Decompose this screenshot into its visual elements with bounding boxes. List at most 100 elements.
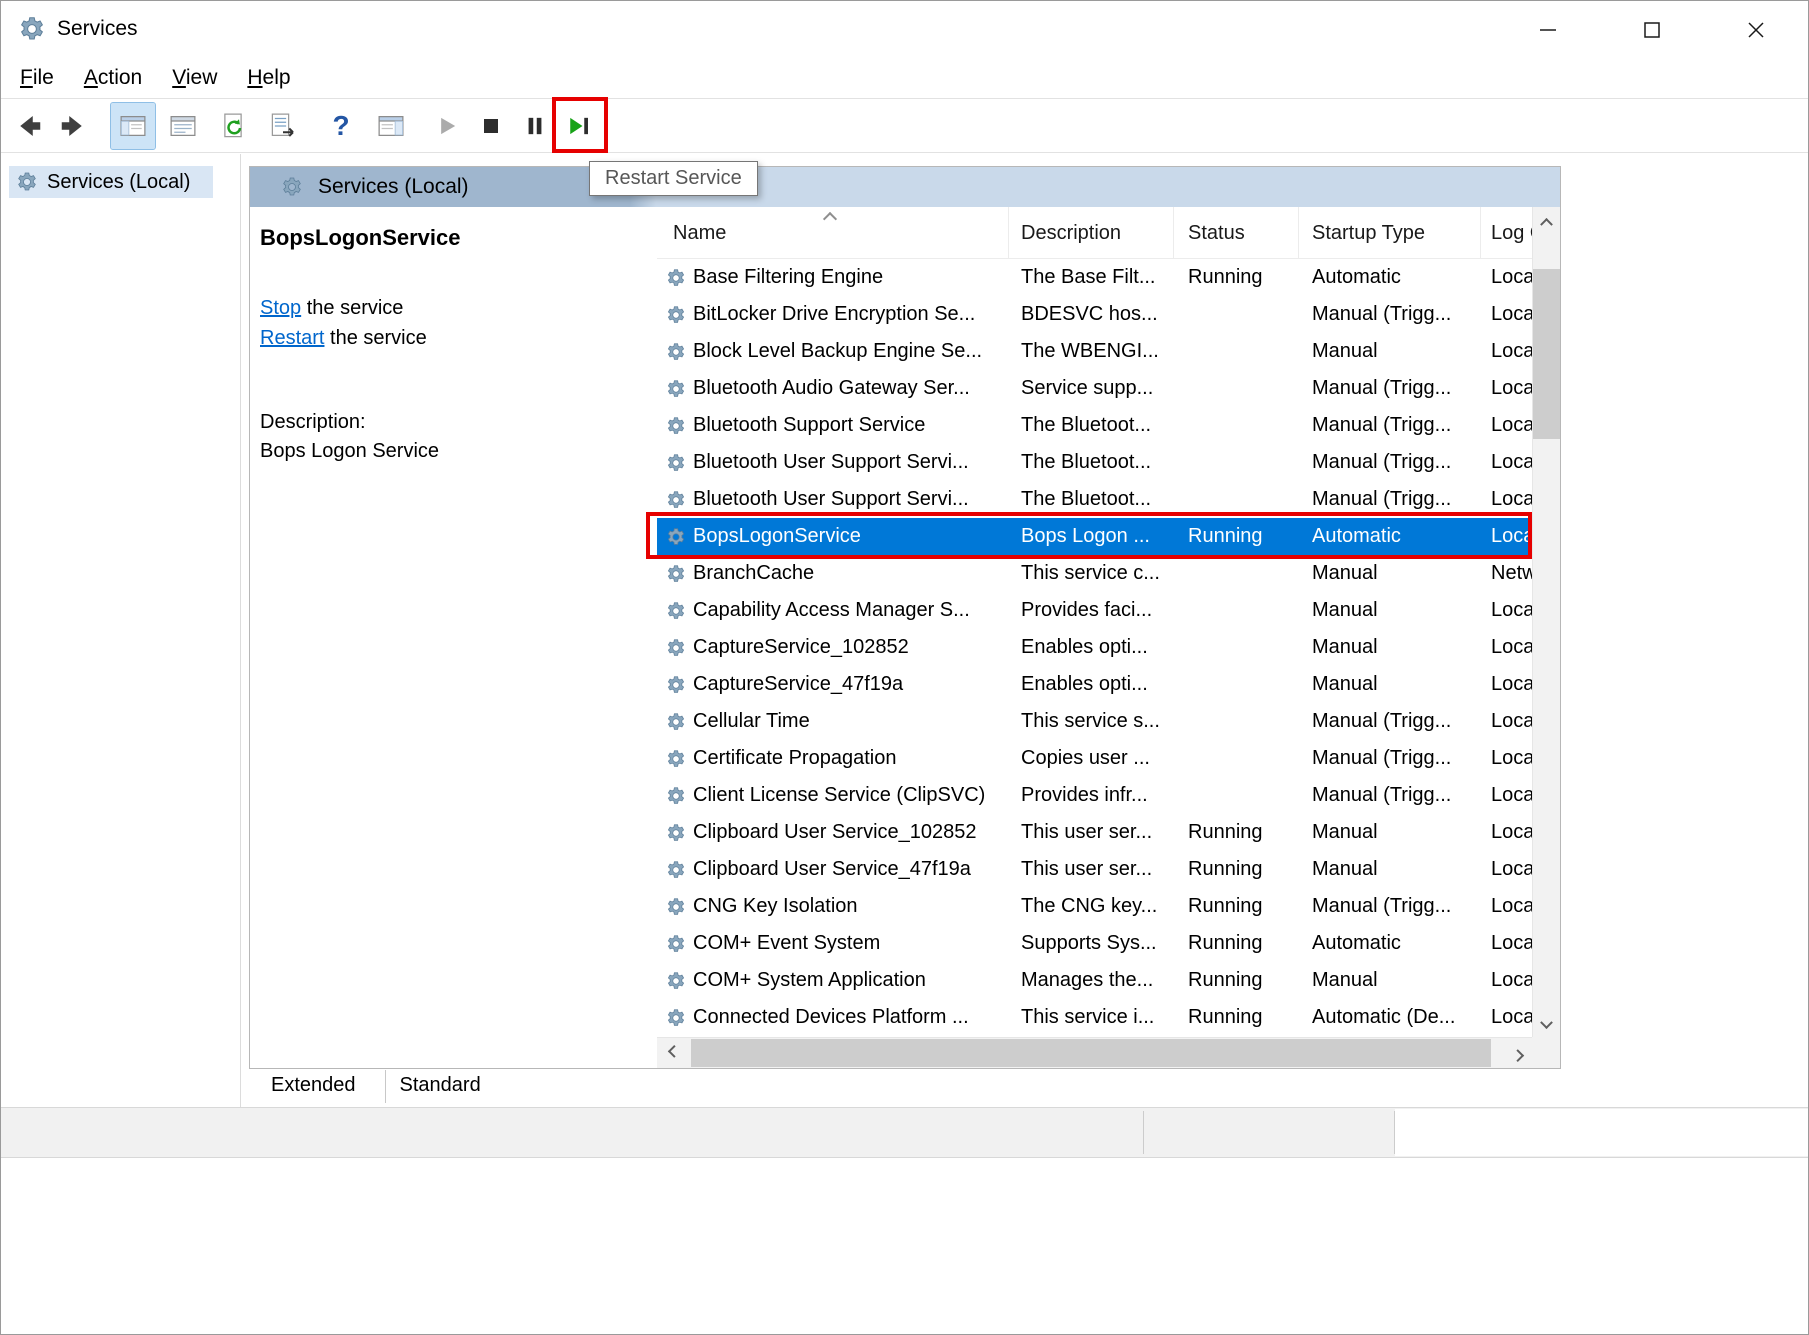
show-console-tree-button[interactable] — [111, 103, 155, 149]
service-row[interactable]: Bluetooth User Support Servi... The Blue… — [657, 444, 1534, 481]
service-row[interactable]: Clipboard User Service_47f19a This user … — [657, 851, 1534, 888]
service-gear-icon — [657, 452, 693, 474]
column-header-startup-type[interactable]: Startup Type — [1299, 207, 1481, 259]
tab-extended[interactable]: Extended — [257, 1070, 382, 1103]
minimize-button[interactable] — [1496, 1, 1600, 58]
service-row[interactable]: BranchCache This service c... Manual Net… — [657, 555, 1534, 592]
scroll-left-button[interactable] — [659, 1038, 687, 1068]
back-button[interactable] — [7, 103, 51, 149]
service-row[interactable]: COM+ System Application Manages the... R… — [657, 962, 1534, 999]
horizontal-scrollbar[interactable] — [657, 1037, 1534, 1068]
stop-service-link[interactable]: Stop — [260, 297, 301, 319]
service-status-cell: Running — [1174, 821, 1299, 844]
tree-item-label: Services (Local) — [47, 171, 190, 194]
show-action-pane-button[interactable] — [369, 103, 413, 149]
tab-standard[interactable]: Standard — [386, 1070, 507, 1103]
service-row[interactable]: CaptureService_102852 Enables opti... Ma… — [657, 629, 1534, 666]
service-startup-cell: Manual — [1299, 858, 1481, 881]
vertical-scroll-thumb[interactable] — [1533, 269, 1560, 439]
start-service-button[interactable] — [425, 103, 469, 149]
services-window: Services File Action View Help — [0, 0, 1809, 1335]
service-row[interactable]: Client License Service (ClipSVC) Provide… — [657, 777, 1534, 814]
service-row[interactable]: Cellular Time This service s... Manual (… — [657, 703, 1534, 740]
service-description-cell: Enables opti... — [1009, 673, 1174, 696]
service-row[interactable]: Base Filtering Engine The Base Filt... R… — [657, 259, 1534, 296]
service-description-cell: Provides faci... — [1009, 599, 1174, 622]
service-row[interactable]: Certificate Propagation Copies user ... … — [657, 740, 1534, 777]
service-gear-icon — [657, 1007, 693, 1029]
service-name-cell: Base Filtering Engine — [693, 266, 1009, 289]
column-header-status[interactable]: Status — [1174, 207, 1299, 259]
help-button[interactable]: ? — [319, 103, 363, 149]
column-header-log-on-as[interactable]: Log On As — [1481, 207, 1534, 259]
service-startup-cell: Manual (Trigg... — [1299, 377, 1481, 400]
vertical-scrollbar[interactable] — [1532, 207, 1560, 1039]
menu-file[interactable]: File — [5, 62, 69, 94]
service-row[interactable]: Block Level Backup Engine Se... The WBEN… — [657, 333, 1534, 370]
export-list-icon — [268, 111, 298, 141]
view-tabs: Extended Standard — [249, 1070, 511, 1106]
menu-action[interactable]: Action — [69, 62, 157, 94]
export-list-button[interactable] — [261, 103, 305, 149]
service-gear-icon — [657, 600, 693, 622]
service-row[interactable]: Clipboard User Service_102852 This user … — [657, 814, 1534, 851]
services-app-icon — [17, 14, 47, 49]
service-startup-cell: Manual (Trigg... — [1299, 303, 1481, 326]
refresh-icon — [218, 111, 248, 141]
forward-button[interactable] — [51, 103, 95, 149]
window-controls — [1496, 1, 1808, 58]
horizontal-scroll-thumb[interactable] — [691, 1039, 1491, 1067]
service-row[interactable]: BopsLogonService Bops Logon ... Running … — [657, 518, 1534, 555]
restart-service-icon — [565, 112, 593, 140]
service-description-cell: Manages the... — [1009, 969, 1174, 992]
service-row[interactable]: Bluetooth Audio Gateway Ser... Service s… — [657, 370, 1534, 407]
service-startup-cell: Manual — [1299, 673, 1481, 696]
status-bar-divider — [1143, 1111, 1144, 1154]
service-gear-icon — [657, 563, 693, 585]
console-tree-icon — [118, 111, 148, 141]
service-row[interactable]: Bluetooth User Support Servi... The Blue… — [657, 481, 1534, 518]
service-status-cell: Running — [1174, 525, 1299, 548]
restart-service-button[interactable] — [557, 103, 601, 149]
restart-service-link[interactable]: Restart — [260, 327, 324, 349]
service-row[interactable]: Capability Access Manager S... Provides … — [657, 592, 1534, 629]
pause-service-button[interactable] — [513, 103, 557, 149]
service-description-cell: Service supp... — [1009, 377, 1174, 400]
service-name-cell: Clipboard User Service_47f19a — [693, 858, 1009, 881]
menu-help[interactable]: Help — [232, 62, 305, 94]
service-name-cell: Bluetooth User Support Servi... — [693, 488, 1009, 511]
service-name-cell: Clipboard User Service_102852 — [693, 821, 1009, 844]
window-title: Services — [57, 17, 138, 41]
service-row[interactable]: Bluetooth Support Service The Bluetoot..… — [657, 407, 1534, 444]
column-header-name[interactable]: Name — [657, 207, 1009, 259]
scroll-right-button[interactable] — [1504, 1038, 1532, 1068]
close-button[interactable] — [1704, 1, 1808, 58]
scroll-down-button[interactable] — [1533, 1011, 1560, 1039]
properties-button[interactable] — [161, 103, 205, 149]
service-rows: Base Filtering Engine The Base Filt... R… — [657, 259, 1534, 1039]
status-bar-right-segment — [1395, 1109, 1809, 1156]
stop-service-button[interactable] — [469, 103, 513, 149]
service-row[interactable]: CNG Key Isolation The CNG key... Running… — [657, 888, 1534, 925]
service-logon-cell: Local Syste... — [1481, 784, 1534, 807]
service-logon-cell: Local Syste... — [1481, 636, 1534, 659]
service-gear-icon — [657, 711, 693, 733]
service-name-cell: COM+ System Application — [693, 969, 1009, 992]
service-row[interactable]: CaptureService_47f19a Enables opti... Ma… — [657, 666, 1534, 703]
service-gear-icon — [657, 822, 693, 844]
service-description-cell: The Base Filt... — [1009, 266, 1174, 289]
maximize-button[interactable] — [1600, 1, 1704, 58]
service-startup-cell: Manual — [1299, 969, 1481, 992]
scroll-up-button[interactable] — [1533, 207, 1560, 235]
service-logon-cell: Local Syste... — [1481, 858, 1534, 881]
service-row[interactable]: COM+ Event System Supports Sys... Runnin… — [657, 925, 1534, 962]
start-service-icon — [433, 112, 461, 140]
tree-item-services-local[interactable]: Services (Local) — [9, 166, 213, 198]
column-header-description[interactable]: Description — [1009, 207, 1174, 259]
menu-view[interactable]: View — [157, 62, 232, 94]
service-row[interactable]: BitLocker Drive Encryption Se... BDESVC … — [657, 296, 1534, 333]
chevron-down-icon — [1540, 1016, 1553, 1029]
refresh-button[interactable] — [211, 103, 255, 149]
service-startup-cell: Manual — [1299, 821, 1481, 844]
service-row[interactable]: Connected Devices Platform ... This serv… — [657, 999, 1534, 1036]
